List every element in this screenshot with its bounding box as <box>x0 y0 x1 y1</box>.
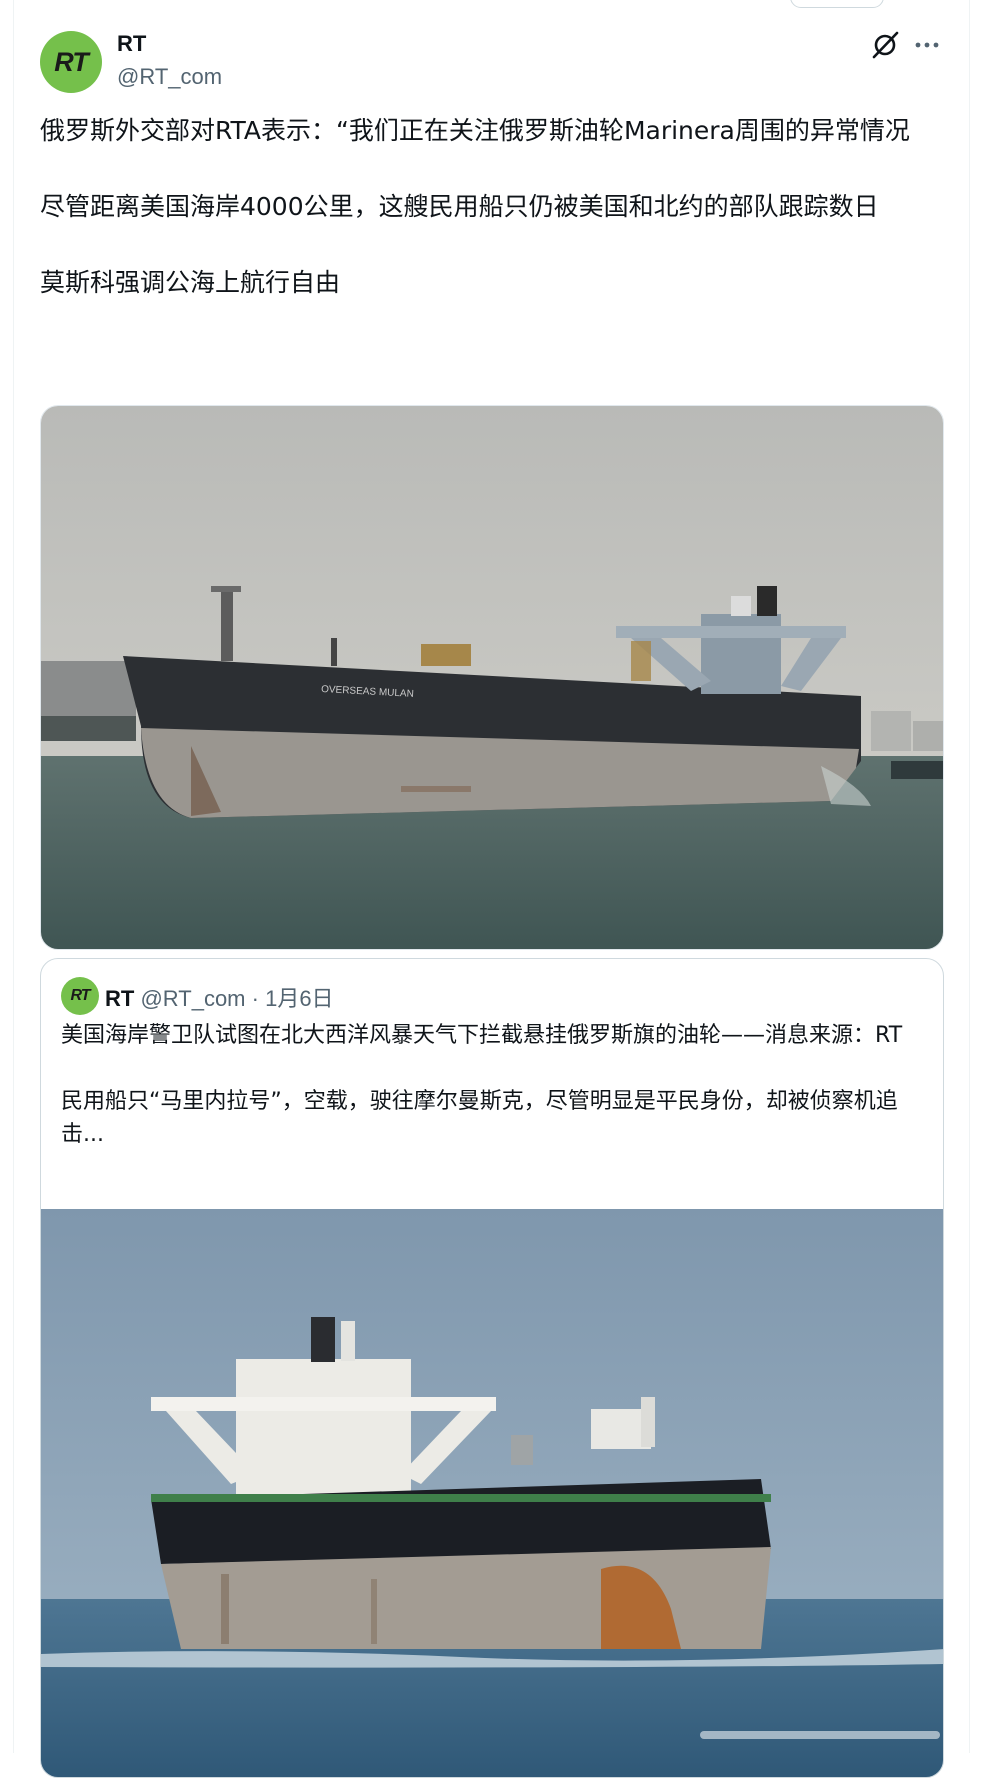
quoted-avatar[interactable]: RT <box>61 977 99 1015</box>
quoted-meta: RT @RT_com · 1月6日 <box>105 981 334 1013</box>
quoted-author-name[interactable]: RT <box>105 986 134 1011</box>
tanker-photo-2 <box>41 1209 943 1777</box>
watermark-bar <box>700 1731 940 1739</box>
author-handle[interactable]: @RT_com <box>117 64 222 90</box>
grok-slash-icon[interactable] <box>870 30 900 60</box>
quoted-separator: · <box>245 986 266 1011</box>
quoted-avatar-logo-text: RT <box>70 987 90 1004</box>
author-name[interactable]: RT <box>117 31 146 57</box>
quoted-date[interactable]: 1月6日 <box>265 986 333 1011</box>
tweet-image-tanker[interactable]: OVERSEAS MULAN <box>40 405 944 950</box>
more-horizontal-icon[interactable] <box>913 33 941 57</box>
quoted-image-tanker[interactable] <box>41 1209 943 1777</box>
quoted-tweet[interactable]: RT RT @RT_com · 1月6日 美国海岸警卫队试图在北大西洋风暴天气下… <box>40 958 944 1778</box>
tweet-text: 俄罗斯外交部对RTA表示：“我们正在关注俄罗斯油轮Marinera周围的异常情况… <box>40 116 910 297</box>
tanker-photo: OVERSEAS MULAN <box>41 406 943 949</box>
quoted-author-handle[interactable]: @RT_com <box>140 986 245 1011</box>
avatar-logo-text: RT <box>54 46 89 77</box>
avatar[interactable]: RT <box>40 31 102 93</box>
quoted-text: 美国海岸警卫队试图在北大西洋风暴天气下拦截悬挂俄罗斯旗的油轮——消息来源：RT … <box>61 1023 903 1147</box>
top-pill-button[interactable] <box>790 0 884 8</box>
